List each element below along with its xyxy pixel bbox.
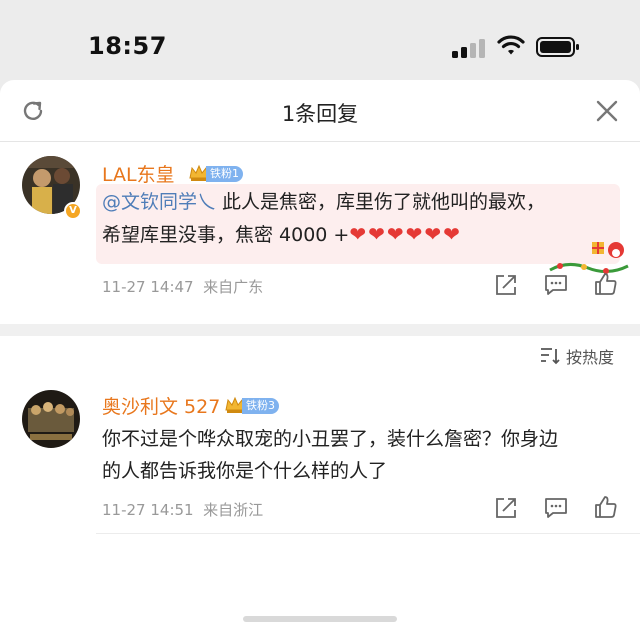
username[interactable]: LAL东皇 — [102, 160, 175, 187]
close-icon[interactable] — [596, 100, 618, 122]
location: 来自广东 — [203, 278, 264, 296]
timestamp: 11-27 14:51 — [102, 501, 194, 519]
comment-text: 你不过是个哗众取宠的小丑罢了，装什么詹密？你身边 的人都告诉我你是个什么样的人了 — [102, 428, 559, 482]
divider — [96, 533, 640, 534]
thumbs-up-icon[interactable] — [594, 272, 618, 296]
sheet-title: 1条回复 — [281, 102, 359, 126]
fan-level-label: 铁粉3 — [242, 398, 279, 414]
comment-icon[interactable] — [544, 273, 568, 297]
fan-level-label: 铁粉1 — [206, 166, 243, 182]
username[interactable]: 奥沙利文 527 — [102, 392, 220, 419]
status-time: 18:57 — [88, 32, 167, 60]
timestamp: 11-27 14:47 — [102, 278, 194, 296]
section-divider — [0, 324, 640, 336]
avatar[interactable] — [22, 390, 80, 448]
wifi-icon — [497, 35, 525, 55]
comment-icon[interactable] — [544, 496, 568, 520]
share-icon[interactable] — [494, 273, 518, 297]
battery-icon — [536, 37, 579, 57]
heart-emojis: ❤❤❤❤❤❤ — [349, 222, 462, 246]
home-indicator — [243, 616, 397, 622]
sort-label: 按热度 — [566, 348, 615, 367]
comment-meta: 11-27 14:47 来自广东 — [102, 276, 263, 297]
sheet-header: 1条回复 — [0, 80, 640, 142]
thumbs-up-icon[interactable] — [594, 495, 618, 519]
sort-icon — [541, 348, 560, 365]
comment-meta: 11-27 14:51 来自浙江 — [102, 499, 263, 520]
reply-sheet: 1条回复 V LAL东皇 铁粉1 @文钦同学乀 此人是焦密，库里伤了就他叫的最欢… — [0, 80, 640, 640]
cellular-signal-icon — [452, 38, 488, 58]
christmas-sticker-icon — [549, 242, 629, 274]
mention-link[interactable]: @文钦同学乀 — [102, 191, 216, 213]
share-icon[interactable] — [494, 496, 518, 520]
location: 来自浙江 — [203, 501, 264, 519]
fan-badge: 铁粉1 — [188, 164, 268, 184]
status-bar: 18:57 — [0, 0, 640, 82]
fan-badge: 铁粉3 — [224, 396, 304, 416]
verified-badge-icon: V — [64, 202, 82, 220]
comment-text: @文钦同学乀 此人是焦密，库里伤了就他叫的最欢， 希望库里没事，焦密 4000 … — [102, 191, 546, 246]
